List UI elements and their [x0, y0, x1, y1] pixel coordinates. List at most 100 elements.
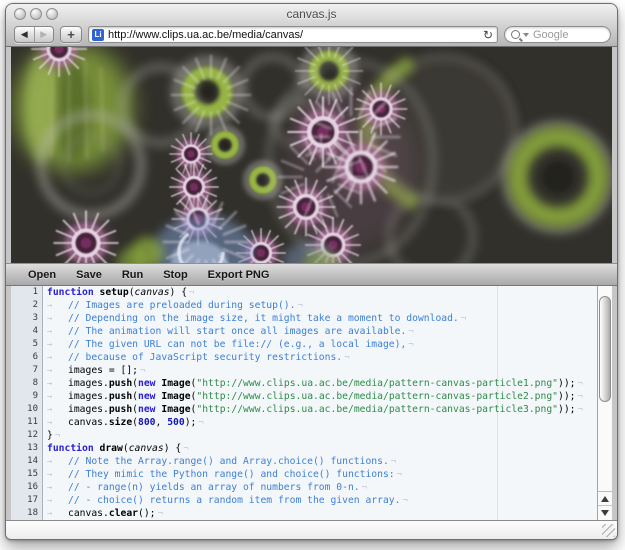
browser-window: canvas.js ◀ ▶ + Li http://www.clips.ua.a…	[5, 3, 618, 540]
history-buttons: ◀ ▶	[14, 26, 54, 43]
code-line[interactable]: 17→// - choice() returns a random item f…	[11, 494, 597, 507]
menu-item-run[interactable]: Run	[112, 269, 153, 281]
code-text: →// They mimic the Python range() and ch…	[43, 468, 402, 481]
code-line[interactable]: 14→// Note the Array.range() and Array.c…	[11, 455, 597, 468]
code-text: →images.push(new Image("http://www.clips…	[43, 390, 583, 403]
code-line[interactable]: 13function draw(canvas) {¬	[11, 442, 597, 455]
menu-item-open[interactable]: Open	[18, 269, 66, 281]
menu-item-save[interactable]: Save	[66, 269, 112, 281]
code-line[interactable]: 16→// - range(n) yields an array of numb…	[11, 481, 597, 494]
newline-mark: ¬	[189, 288, 194, 298]
resize-grip[interactable]	[602, 524, 615, 537]
window-title: canvas.js	[6, 7, 617, 21]
code-text: →images = [];¬	[43, 364, 145, 377]
code-line[interactable]: 6→// because of JavaScript security rest…	[11, 351, 597, 364]
code-text: }¬	[43, 429, 60, 442]
line-number: 5	[11, 338, 43, 351]
line-number: 15	[11, 468, 43, 481]
title-bar[interactable]: canvas.js	[6, 4, 617, 24]
menubar: OpenSaveRunStopExport PNG	[6, 263, 617, 286]
status-strip	[6, 520, 617, 539]
line-number: 9	[11, 390, 43, 403]
line-number: 4	[11, 325, 43, 338]
code-line[interactable]: 8→images.push(new Image("http://www.clip…	[11, 377, 597, 390]
code-line[interactable]: 12}¬	[11, 429, 597, 442]
newline-mark: ¬	[408, 327, 413, 337]
search-placeholder: Google	[533, 29, 568, 41]
code-line[interactable]: 7→images = [];¬	[11, 364, 597, 377]
code-text: →// because of JavaScript security restr…	[43, 351, 350, 364]
line-number: 12	[11, 429, 43, 442]
line-number: 10	[11, 403, 43, 416]
code-text: →// Depending on the image size, it migh…	[43, 312, 466, 325]
line-number: 13	[11, 442, 43, 455]
code-line[interactable]: 3→// Depending on the image size, it mig…	[11, 312, 597, 325]
code-text: →// Note the Array.range() and Array.cho…	[43, 455, 396, 468]
scrollbar-thumb[interactable]	[599, 296, 611, 402]
code-line[interactable]: 11→canvas.size(800, 500);¬	[11, 416, 597, 429]
line-number: 14	[11, 455, 43, 468]
newline-mark: ¬	[198, 418, 203, 428]
code-text: →images.push(new Image("http://www.clips…	[43, 377, 583, 390]
code-text: →// Images are preloaded during setup().…	[43, 299, 303, 312]
canvas-art-area	[11, 47, 612, 263]
code-line[interactable]: 5→// The given URL can not be file:// (e…	[11, 338, 597, 351]
newline-mark: ¬	[183, 444, 188, 454]
code-text: function draw(canvas) {¬	[43, 442, 189, 455]
code-text: →canvas.clear();¬	[43, 507, 163, 520]
line-number: 7	[11, 364, 43, 377]
search-field[interactable]: Google	[504, 26, 611, 43]
newline-mark: ¬	[362, 483, 367, 493]
code-text: →// The given URL can not be file:// (e.…	[43, 338, 414, 351]
forward-button[interactable]: ▶	[35, 27, 54, 42]
navigation-toolbar: ◀ ▶ + Li http://www.clips.ua.ac.be/media…	[6, 25, 617, 46]
code-line[interactable]: 10→images.push(new Image("http://www.cli…	[11, 403, 597, 416]
vertical-scrollbar[interactable]	[597, 286, 612, 520]
scroll-up-button[interactable]	[598, 492, 612, 505]
newline-mark: ¬	[402, 496, 407, 506]
line-number: 8	[11, 377, 43, 390]
newline-mark: ¬	[577, 405, 582, 415]
newline-mark: ¬	[461, 314, 466, 324]
line-number: 18	[11, 507, 43, 520]
menu-item-export-png[interactable]: Export PNG	[198, 269, 280, 281]
scrollbar-arrows	[598, 491, 612, 520]
code-line[interactable]: 2→// Images are preloaded during setup()…	[11, 299, 597, 312]
code-line[interactable]: 9→images.push(new Image("http://www.clip…	[11, 390, 597, 403]
code-editor[interactable]: 1function setup(canvas) {¬2→// Images ar…	[11, 286, 612, 520]
code-line[interactable]: 18→canvas.clear();¬	[11, 507, 597, 520]
newline-mark: ¬	[55, 431, 60, 441]
line-number: 11	[11, 416, 43, 429]
menu-item-stop[interactable]: Stop	[153, 269, 197, 281]
url-text[interactable]: http://www.clips.ua.ac.be/media/canvas/	[108, 29, 479, 41]
newline-mark: ¬	[344, 353, 349, 363]
address-field[interactable]: Li http://www.clips.ua.ac.be/media/canva…	[88, 26, 498, 43]
line-number: 1	[11, 286, 43, 299]
new-tab-button[interactable]: +	[60, 26, 82, 43]
generative-art-canvas	[11, 47, 612, 263]
line-number: 2	[11, 299, 43, 312]
window-header: canvas.js ◀ ▶ + Li http://www.clips.ua.a…	[6, 4, 617, 47]
newline-mark: ¬	[577, 392, 582, 402]
code-text: →canvas.size(800, 500);¬	[43, 416, 204, 429]
code-text: function setup(canvas) {¬	[43, 286, 194, 299]
line-number: 6	[11, 351, 43, 364]
newline-mark: ¬	[158, 509, 163, 519]
line-number: 17	[11, 494, 43, 507]
code-text: →// - range(n) yields an array of number…	[43, 481, 367, 494]
site-favicon-icon: Li	[92, 29, 104, 41]
code-line[interactable]: 15→// They mimic the Python range() and …	[11, 468, 597, 481]
down-arrow-icon	[601, 510, 609, 516]
code-line[interactable]: 4→// The animation will start once all i…	[11, 325, 597, 338]
newline-mark: ¬	[408, 340, 413, 350]
code-line[interactable]: 1function setup(canvas) {¬	[11, 286, 597, 299]
line-number: 3	[11, 312, 43, 325]
search-options-caret-icon[interactable]	[523, 33, 529, 37]
newline-mark: ¬	[391, 457, 396, 467]
newline-mark: ¬	[577, 379, 582, 389]
scroll-down-button[interactable]	[598, 505, 612, 519]
reload-icon[interactable]: ↻	[479, 28, 497, 42]
back-button[interactable]: ◀	[15, 27, 35, 42]
code-text: →// The animation will start once all im…	[43, 325, 414, 338]
code-lines[interactable]: 1function setup(canvas) {¬2→// Images ar…	[11, 286, 597, 520]
